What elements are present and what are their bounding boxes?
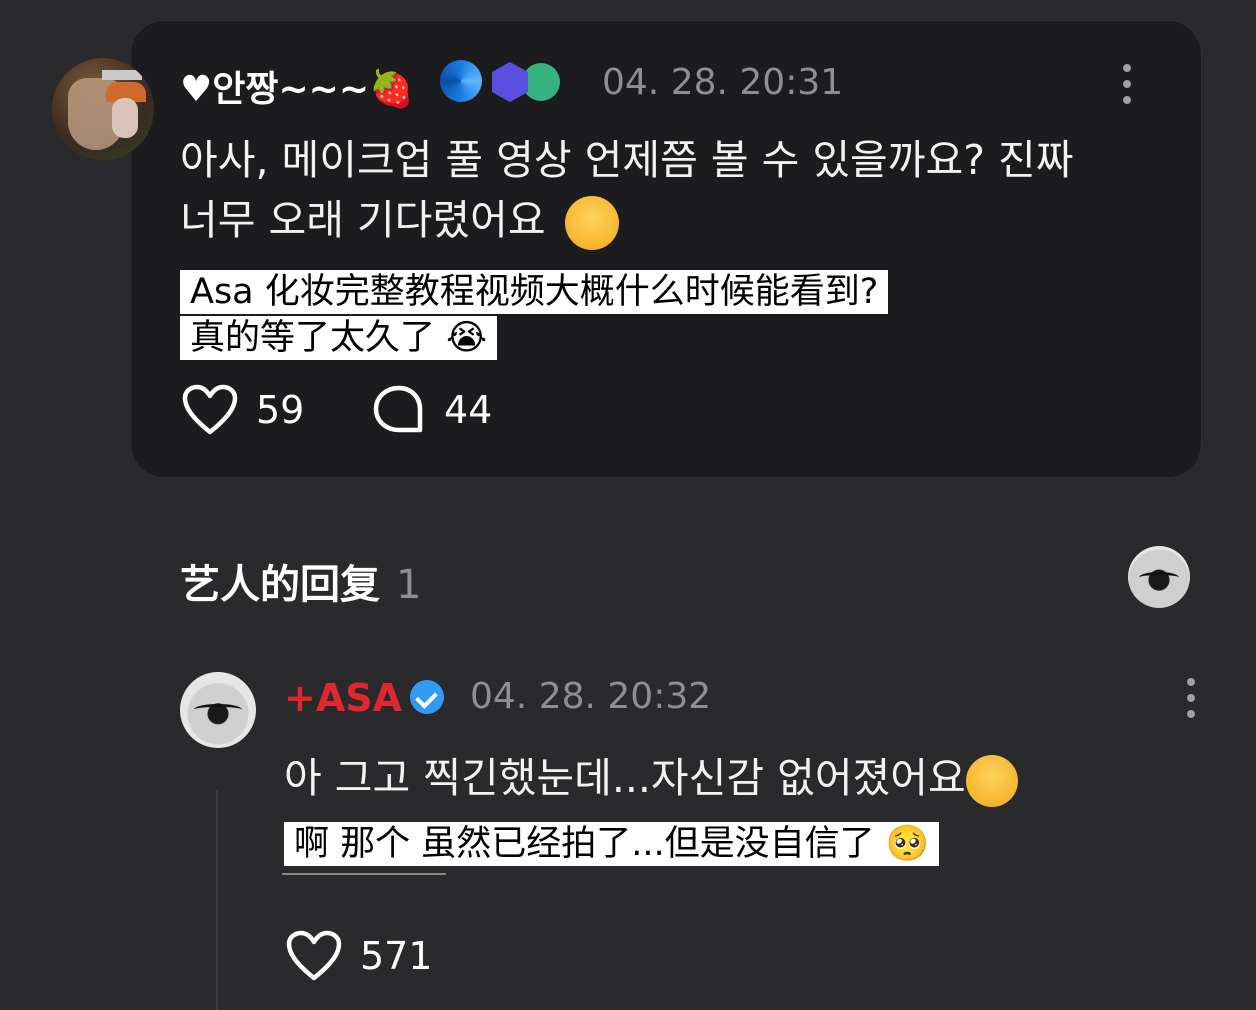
reply-translation: 啊 那个 虽然已经拍了...但是没自信了 🥺 <box>284 822 940 866</box>
post-like-count: 59 <box>256 388 305 432</box>
post-translation-line-1: Asa 化妆完整教程视频大概什么时候能看到? <box>180 270 889 314</box>
post-timestamp: 04. 28. 20:31 <box>602 62 844 103</box>
post-author-name[interactable]: ♥안짱~~~🍓 <box>180 60 414 112</box>
comment-bubble-icon <box>373 385 423 433</box>
post-translation-line-2: 真的等了太久了 😭 <box>180 316 498 360</box>
divider <box>282 873 446 875</box>
post-like-button[interactable]: 59 <box>182 384 304 436</box>
crying-emoji-icon <box>564 196 619 250</box>
post-body: 아사, 메이크업 풀 영상 언제쯤 볼 수 있을까요? 진짜 너무 오래 기다렸… <box>180 130 1170 250</box>
post-author-avatar[interactable] <box>52 58 154 160</box>
post-reply-button[interactable]: 44 <box>372 384 492 436</box>
section-count: 1 <box>396 562 422 608</box>
thread-line <box>216 790 218 1010</box>
reply-author-name[interactable]: +ASA <box>284 676 445 720</box>
heart-shield-badge-icon <box>492 62 528 102</box>
pleading-emoji-icon <box>965 755 1018 807</box>
post-reply-count: 44 <box>444 388 493 432</box>
reply-like-button[interactable]: 571 <box>286 930 433 982</box>
verified-badge-icon <box>410 679 445 714</box>
reply-timestamp: 04. 28. 20:32 <box>470 676 712 717</box>
reply-author-avatar[interactable] <box>180 672 256 748</box>
heart-icon <box>182 384 238 435</box>
post-author-badges <box>440 60 560 102</box>
heart-icon <box>286 930 342 981</box>
more-vertical-icon[interactable] <box>1187 678 1195 718</box>
reply-like-count: 571 <box>360 934 433 978</box>
reply-body: 아 그고 찍긴했눈데...자신감 없어졌어요 <box>284 744 1018 807</box>
post-text-line-2: 너무 오래 기다렸어요 <box>180 190 1170 250</box>
post-text-line-1: 아사, 메이크업 풀 영상 언제쯤 볼 수 있을까요? 진짜 <box>180 136 1074 184</box>
artist-avatar-small[interactable] <box>1128 546 1190 608</box>
more-vertical-icon[interactable] <box>1123 64 1131 104</box>
spiral-badge-icon <box>440 60 482 102</box>
section-title: 艺人的回复 1 <box>180 562 422 608</box>
